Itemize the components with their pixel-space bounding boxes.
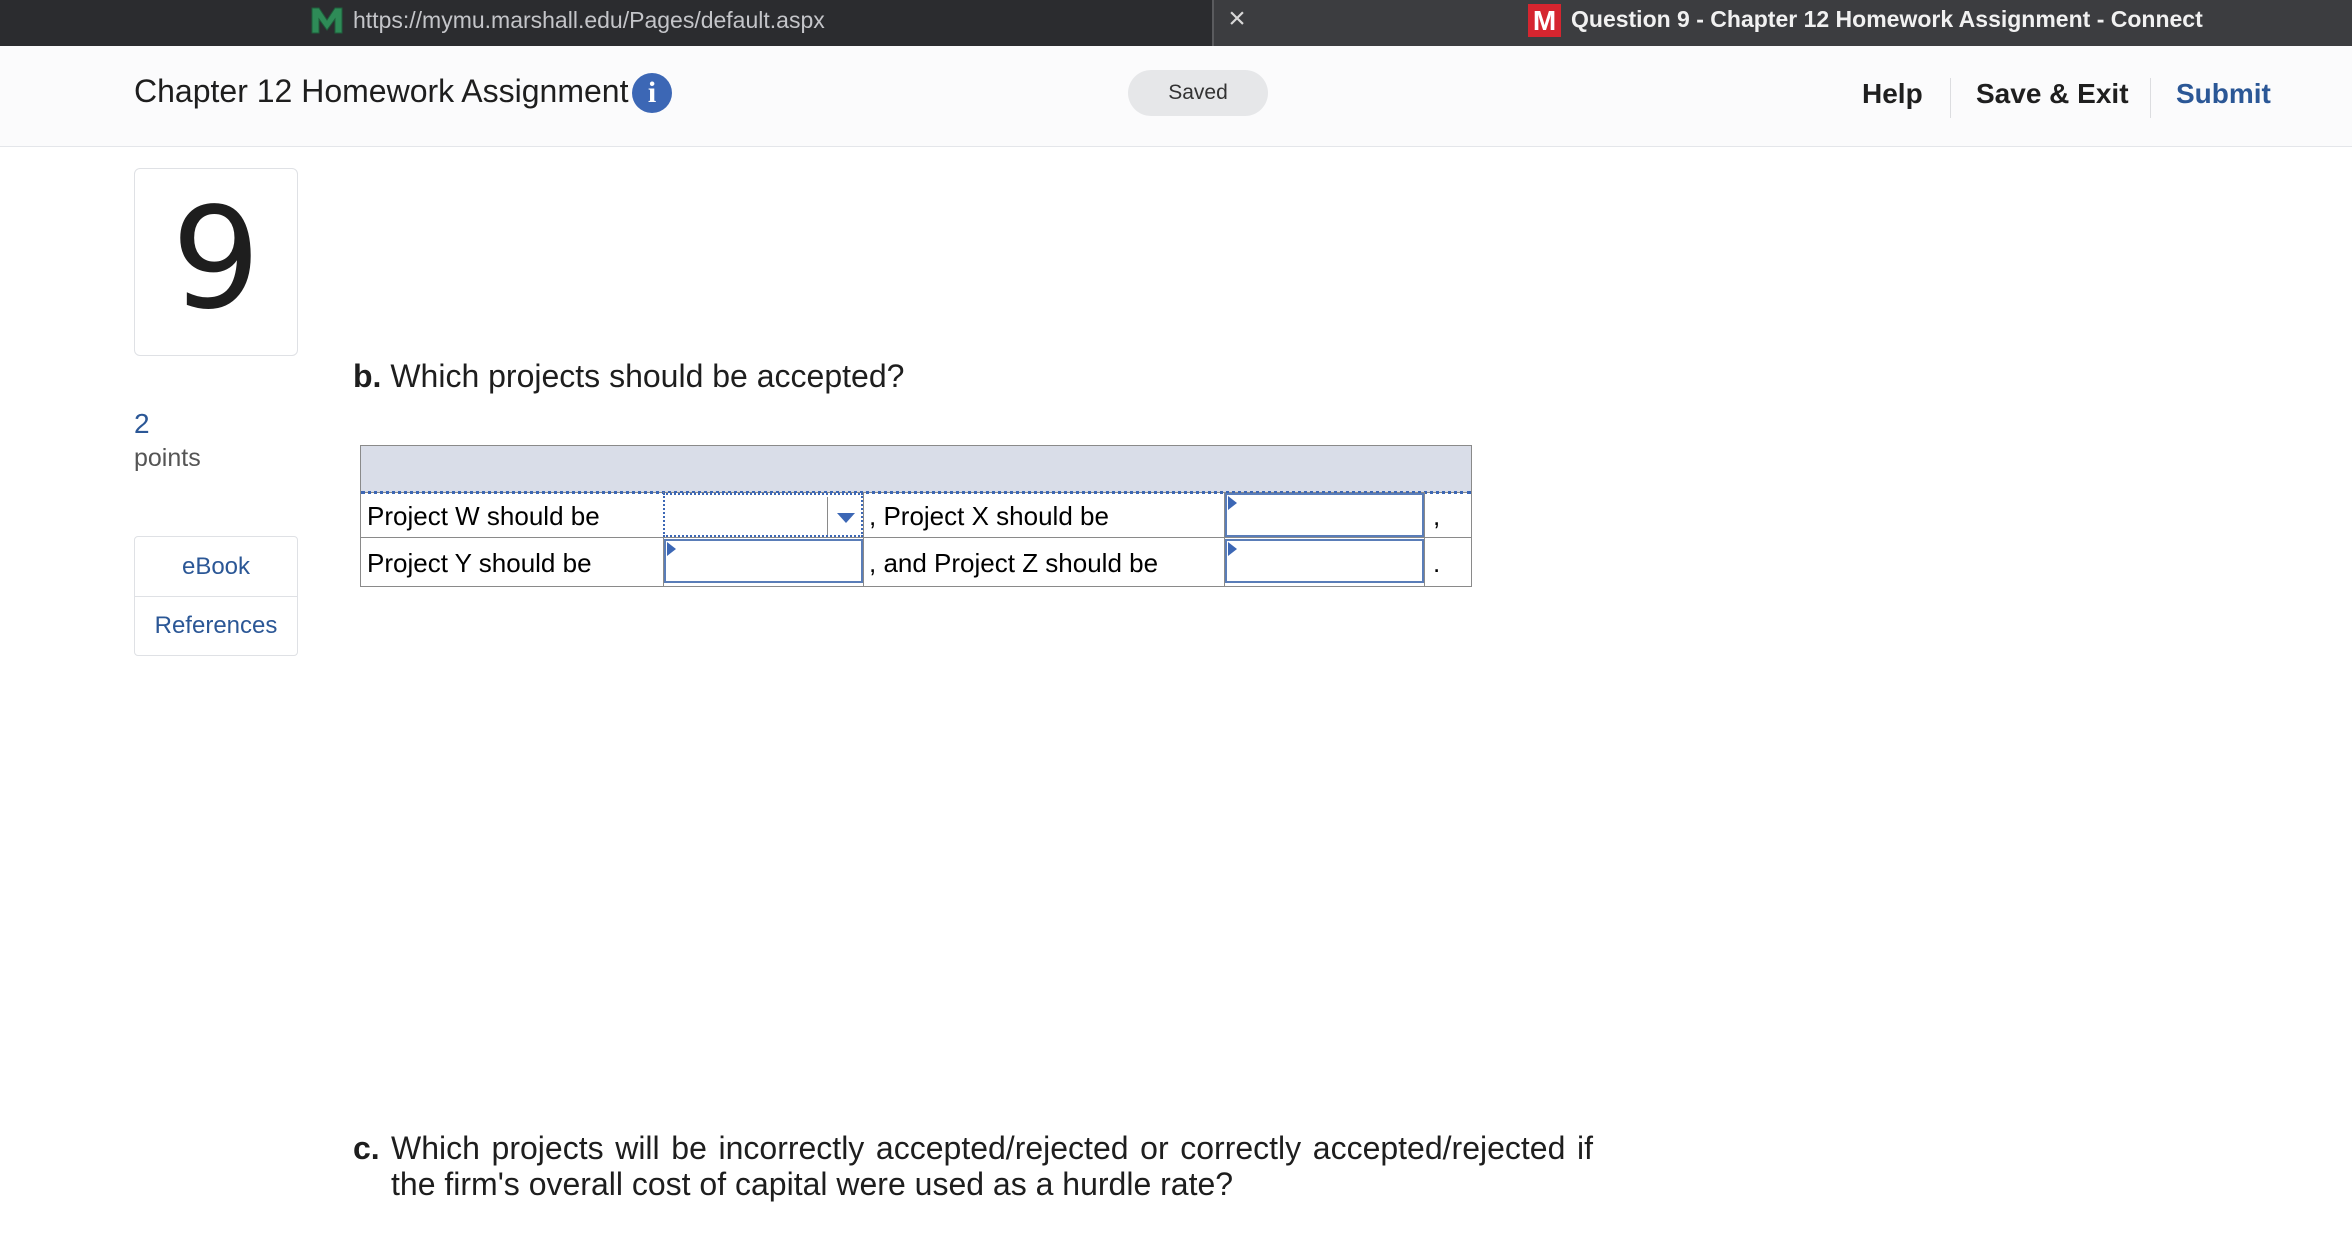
answer-table-header xyxy=(361,446,1471,493)
help-button[interactable]: Help xyxy=(1862,78,1923,110)
column-divider xyxy=(1424,492,1425,586)
project-w-dropdown[interactable] xyxy=(663,493,863,537)
question-number: 9 xyxy=(171,178,261,341)
project-y-label: Project Y should be xyxy=(367,548,592,578)
input-marker-icon xyxy=(1228,542,1237,556)
question-b-prompt: b. Which projects should be accepted? xyxy=(353,358,904,395)
saved-status-badge: Saved xyxy=(1128,70,1268,116)
link-divider xyxy=(135,596,297,597)
input-marker-icon xyxy=(667,542,676,556)
row-end-punct: . xyxy=(1433,548,1441,578)
project-z-input[interactable] xyxy=(1225,539,1424,583)
row-end-punct: , xyxy=(1433,501,1441,531)
question-letter: b. xyxy=(353,358,382,394)
header-divider xyxy=(2150,78,2151,118)
question-number-card: 9 xyxy=(134,168,298,356)
chevron-down-icon[interactable] xyxy=(837,513,855,523)
header-divider xyxy=(1950,78,1951,118)
points-label: points xyxy=(134,444,201,472)
tab-title: Question 9 - Chapter 12 Homework Assignm… xyxy=(1571,6,2203,32)
references-link[interactable]: References xyxy=(135,612,297,640)
project-z-label: , and Project Z should be xyxy=(869,548,1159,578)
points-value: 2 xyxy=(134,408,150,439)
mcgraw-hill-logo-icon: M xyxy=(1528,4,1561,37)
dropdown-separator xyxy=(827,497,828,535)
browser-tab-strip: https://mymu.marshall.edu/Pages/default.… xyxy=(0,0,2352,46)
row-divider xyxy=(361,537,1471,538)
column-divider xyxy=(863,492,864,586)
assignment-header: Chapter 12 Homework Assignment i Saved H… xyxy=(0,46,2352,147)
ebook-link[interactable]: eBook xyxy=(135,553,297,581)
question-letter: c. xyxy=(353,1130,380,1166)
resource-links: eBook References xyxy=(134,536,298,656)
tab-url: https://mymu.marshall.edu/Pages/default.… xyxy=(353,7,825,33)
project-x-label: , Project X should be xyxy=(869,501,1109,531)
close-tab-icon[interactable]: × xyxy=(1222,4,1252,34)
info-icon[interactable]: i xyxy=(632,73,672,113)
project-x-input[interactable] xyxy=(1225,493,1424,537)
project-w-label: Project W should be xyxy=(367,501,600,531)
question-text: Which projects should be accepted? xyxy=(390,358,905,394)
save-exit-button[interactable]: Save & Exit xyxy=(1976,78,2129,110)
assignment-title: Chapter 12 Homework Assignment xyxy=(134,73,629,109)
answer-table: Project W should be , Project X should b… xyxy=(360,445,1472,587)
browser-tab-marshall[interactable]: https://mymu.marshall.edu/Pages/default.… xyxy=(0,0,1212,46)
submit-button[interactable]: Submit xyxy=(2176,78,2271,110)
marshall-logo-icon xyxy=(311,7,343,34)
question-text: Which projects will be incorrectly accep… xyxy=(391,1130,1593,1202)
project-y-input[interactable] xyxy=(664,539,863,583)
input-marker-icon xyxy=(1228,496,1237,510)
